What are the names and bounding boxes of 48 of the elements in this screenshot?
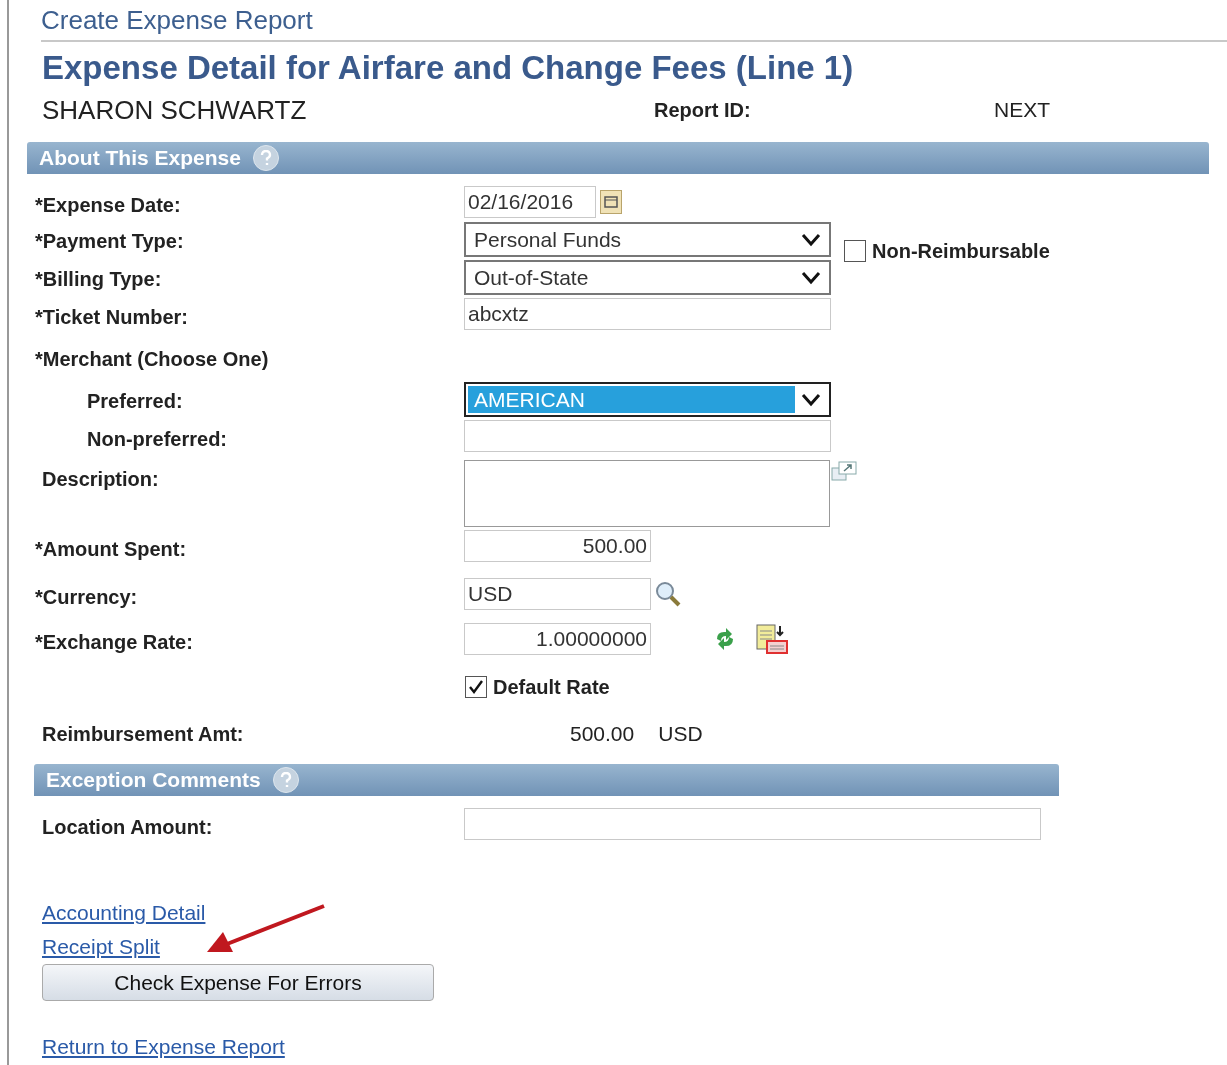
checkbox[interactable] [465,676,487,698]
field-label: Reimbursement Amt: [41,722,245,747]
currency-field[interactable]: USD [464,578,651,610]
dropdown[interactable]: Personal Funds [464,222,831,257]
section-title: About This Expense [39,145,241,172]
search-icon[interactable] [654,580,682,608]
help-icon[interactable] [272,767,299,793]
amount-field[interactable]: 500.00 [464,530,651,562]
checkbox[interactable] [844,240,866,262]
report-id-value: NEXT [994,97,1050,124]
default-rate-checkbox[interactable]: Default Rate [465,672,610,702]
currency-value: USD [658,721,703,747]
field-label: *Ticket Number: [34,305,189,330]
check-errors-button[interactable]: Check Expense For Errors [42,964,434,1001]
link[interactable]: Receipt Split [42,930,160,964]
text-field[interactable] [464,420,831,452]
field-label: *Amount Spent: [34,537,188,562]
field-label: *Merchant (Choose One) [34,347,269,372]
field-label: *Currency: [34,585,139,610]
field-label: Preferred: [86,389,184,414]
field-label: *Exchange Rate: [34,630,194,655]
text-field[interactable] [464,808,1041,840]
breadcrumb: Create Expense Report [41,4,314,36]
section-title: Exception Comments [46,767,261,794]
expand-icon[interactable] [830,460,858,482]
field-label: *Payment Type: [34,229,185,254]
return-link[interactable]: Return to Expense Report [42,1035,285,1058]
description-field[interactable] [464,460,830,527]
checkbox-label: Non-Reimbursable [872,239,1050,264]
calendar-icon[interactable] [600,190,622,214]
text-field[interactable]: abcxtz [464,298,831,330]
dropdown[interactable]: Out-of-State [464,260,831,295]
link[interactable]: Accounting Detail [42,896,206,930]
field-label: Location Amount: [41,815,214,840]
field-label: *Expense Date: [34,193,182,218]
document-icon[interactable] [755,623,789,655]
field-label: *Billing Type: [34,267,163,292]
field-label: Description: [41,467,160,492]
non-reimbursable-checkbox[interactable]: Non-Reimbursable [844,236,1050,266]
rate-field[interactable]: 1.00000000 [464,623,651,655]
report-id-label: Report ID: [654,98,752,123]
date-field[interactable]: 02/16/2016 [464,186,596,218]
page-title: Expense Detail for Airfare and Change Fees (Line 1) [42,48,855,88]
checkbox-label: Default Rate [493,675,610,700]
amount-value: 500.00 [570,721,635,747]
employee-name: SHARON SCHWARTZ [42,93,308,127]
field-label: Non-preferred: [86,427,228,452]
help-icon[interactable] [252,145,279,171]
